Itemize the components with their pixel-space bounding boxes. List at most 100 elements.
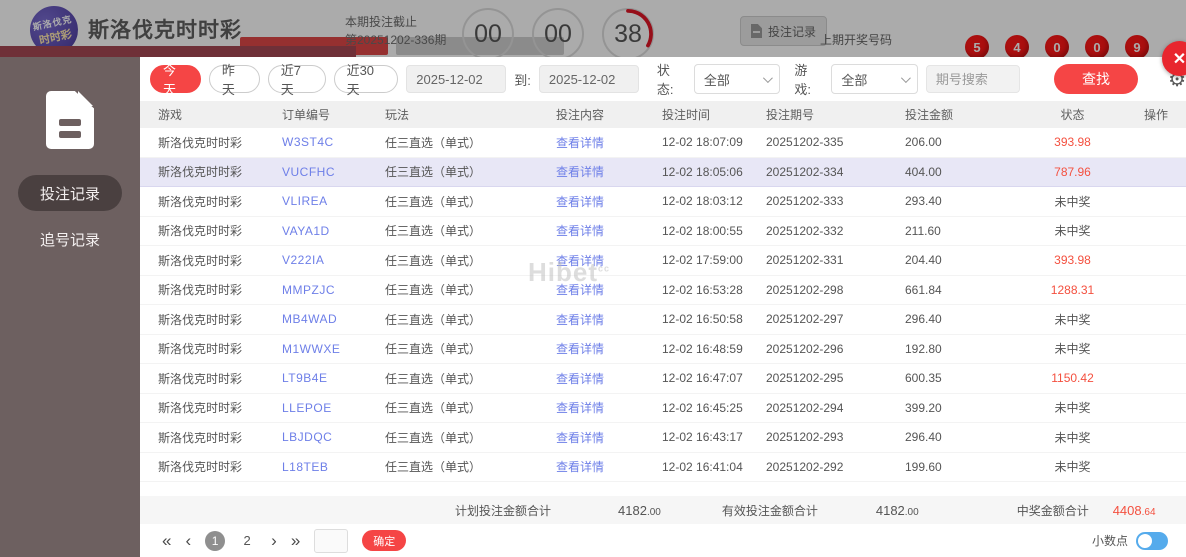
order-id-link[interactable]: W3ST4C bbox=[282, 135, 385, 149]
decimal-toggle[interactable] bbox=[1136, 532, 1168, 550]
order-id-link[interactable]: VUCFHC bbox=[282, 165, 385, 179]
cell-bet-period: 20251202-294 bbox=[766, 401, 905, 415]
draw-ball: 0 bbox=[1085, 35, 1109, 59]
last-page-icon[interactable]: » bbox=[291, 532, 300, 549]
order-id-link[interactable]: VAYA1D bbox=[282, 224, 385, 238]
doc-icon-fold bbox=[78, 91, 93, 106]
modal-sidebar: 投注记录追号记录 bbox=[0, 57, 140, 557]
cell-status: 1150.42 bbox=[1051, 371, 1094, 385]
cell-game: 斯洛伐克时时彩 bbox=[158, 281, 282, 298]
summary-bar: 计划投注金额合计 4182.00 有效投注金额合计 4182.00 中奖金额合计… bbox=[140, 496, 1186, 524]
view-details-link[interactable]: 查看详情 bbox=[556, 193, 662, 210]
cell-bet-time: 12-02 16:53:28 bbox=[662, 283, 766, 297]
game-select[interactable]: 全部 bbox=[831, 64, 918, 94]
order-id-link[interactable]: VLIREA bbox=[282, 194, 385, 208]
quick-range-button[interactable]: 今天 bbox=[150, 65, 201, 93]
cell-bet-period: 20251202-295 bbox=[766, 371, 905, 385]
decimal-label: 小数点 bbox=[1092, 532, 1128, 549]
view-details-link[interactable]: 查看详情 bbox=[556, 340, 662, 357]
prev-page-icon[interactable]: ‹ bbox=[185, 532, 191, 549]
cell-game: 斯洛伐克时时彩 bbox=[158, 134, 282, 151]
order-id-link[interactable]: MB4WAD bbox=[282, 312, 385, 326]
draw-ball: 4 bbox=[1005, 35, 1029, 59]
countdown-minutes-low: 00 bbox=[532, 8, 584, 60]
countdown: 00 00 38 bbox=[462, 8, 654, 60]
search-button[interactable]: 查找 bbox=[1054, 64, 1138, 94]
period-search-input[interactable] bbox=[926, 65, 1020, 93]
cell-bet-amount: 206.00 bbox=[905, 135, 1020, 149]
cell-bet-time: 12-02 16:50:58 bbox=[662, 312, 766, 326]
quick-range-button[interactable]: 昨天 bbox=[209, 65, 260, 93]
cell-bet-time: 12-02 16:41:04 bbox=[662, 460, 766, 474]
column-header: 投注时间 bbox=[662, 106, 766, 123]
cell-bet-amount: 399.20 bbox=[905, 401, 1020, 415]
cell-play-type: 任三直选（单式） bbox=[385, 222, 556, 239]
table-header: 游戏订单编号玩法投注内容投注时间投注期号投注金额状态操作 bbox=[140, 101, 1186, 128]
valid-total-label: 有效投注金额合计 bbox=[722, 502, 818, 519]
page-number-group: 12 bbox=[205, 531, 257, 551]
cell-bet-period: 20251202-298 bbox=[766, 283, 905, 297]
view-details-link[interactable]: 查看详情 bbox=[556, 311, 662, 328]
order-id-link[interactable]: V222IA bbox=[282, 253, 385, 267]
cell-bet-time: 12-02 16:45:25 bbox=[662, 401, 766, 415]
table-row: 斯洛伐克时时彩 LLEPOE 任三直选（单式） 查看详情 12-02 16:45… bbox=[140, 394, 1186, 424]
sidebar-item[interactable]: 投注记录 bbox=[18, 175, 122, 211]
chevron-down-icon bbox=[901, 73, 911, 83]
order-id-link[interactable]: LBJDQC bbox=[282, 430, 385, 444]
cell-bet-period: 20251202-331 bbox=[766, 253, 905, 267]
decimal-toggle-group: 小数点 bbox=[1092, 532, 1168, 550]
cell-bet-amount: 296.40 bbox=[905, 312, 1020, 326]
quick-range-button[interactable]: 近7天 bbox=[268, 65, 326, 93]
quick-range-button[interactable]: 近30天 bbox=[334, 65, 399, 93]
order-id-link[interactable]: LLEPOE bbox=[282, 401, 385, 415]
cell-bet-period: 20251202-332 bbox=[766, 224, 905, 238]
sidebar-item[interactable]: 追号记录 bbox=[18, 221, 122, 257]
order-id-link[interactable]: M1WWXE bbox=[282, 342, 385, 356]
table-row: 斯洛伐克时时彩 MMPZJC 任三直选（单式） 查看详情 12-02 16:53… bbox=[140, 276, 1186, 306]
draw-ball: 9 bbox=[1125, 35, 1149, 59]
cell-bet-time: 12-02 18:05:06 bbox=[662, 165, 766, 179]
confirm-page-button[interactable]: 确定 bbox=[362, 530, 406, 551]
view-details-link[interactable]: 查看详情 bbox=[556, 429, 662, 446]
order-id-link[interactable]: LT9B4E bbox=[282, 371, 385, 385]
draw-ball: 0 bbox=[1045, 35, 1069, 59]
column-header: 投注内容 bbox=[556, 106, 662, 123]
cell-bet-amount: 661.84 bbox=[905, 283, 1020, 297]
view-details-link[interactable]: 查看详情 bbox=[556, 370, 662, 387]
valid-total-value: 4182.00 bbox=[876, 503, 919, 518]
to-label: 到: bbox=[514, 70, 531, 89]
table-row: 斯洛伐克时时彩 LT9B4E 任三直选（单式） 查看详情 12-02 16:47… bbox=[140, 364, 1186, 394]
cell-bet-period: 20251202-297 bbox=[766, 312, 905, 326]
page-jump-input[interactable] bbox=[314, 529, 348, 553]
document-icon bbox=[751, 24, 762, 38]
cell-bet-amount: 296.40 bbox=[905, 430, 1020, 444]
view-details-link[interactable]: 查看详情 bbox=[556, 458, 662, 475]
cell-bet-period: 20251202-335 bbox=[766, 135, 905, 149]
cell-status: 未中奖 bbox=[1054, 193, 1090, 210]
status-label: 状态: bbox=[657, 60, 686, 98]
table-row: 斯洛伐克时时彩 L18TEB 任三直选（单式） 查看详情 12-02 16:41… bbox=[140, 453, 1186, 483]
page-number[interactable]: 1 bbox=[205, 531, 225, 551]
date-from-input[interactable] bbox=[406, 65, 506, 93]
date-to-input[interactable] bbox=[539, 65, 639, 93]
view-details-link[interactable]: 查看详情 bbox=[556, 163, 662, 180]
cell-play-type: 任三直选（单式） bbox=[385, 311, 556, 328]
table-row: 斯洛伐克时时彩 MB4WAD 任三直选（单式） 查看详情 12-02 16:50… bbox=[140, 305, 1186, 335]
cell-bet-amount: 204.40 bbox=[905, 253, 1020, 267]
order-id-link[interactable]: MMPZJC bbox=[282, 283, 385, 297]
bet-record-header-button[interactable]: 投注记录 bbox=[740, 16, 827, 46]
order-id-link[interactable]: L18TEB bbox=[282, 460, 385, 474]
cell-game: 斯洛伐克时时彩 bbox=[158, 252, 282, 269]
status-select[interactable]: 全部 bbox=[694, 64, 781, 94]
cell-status: 未中奖 bbox=[1054, 222, 1090, 239]
view-details-link[interactable]: 查看详情 bbox=[556, 222, 662, 239]
first-page-icon[interactable]: « bbox=[162, 532, 171, 549]
view-details-link[interactable]: 查看详情 bbox=[556, 399, 662, 416]
column-header: 投注期号 bbox=[766, 106, 905, 123]
view-details-link[interactable]: 查看详情 bbox=[556, 134, 662, 151]
page-number[interactable]: 2 bbox=[237, 531, 257, 551]
next-page-icon[interactable]: › bbox=[271, 532, 277, 549]
doc-icon-line bbox=[59, 131, 81, 138]
cell-bet-amount: 293.40 bbox=[905, 194, 1020, 208]
cell-bet-time: 12-02 18:00:55 bbox=[662, 224, 766, 238]
